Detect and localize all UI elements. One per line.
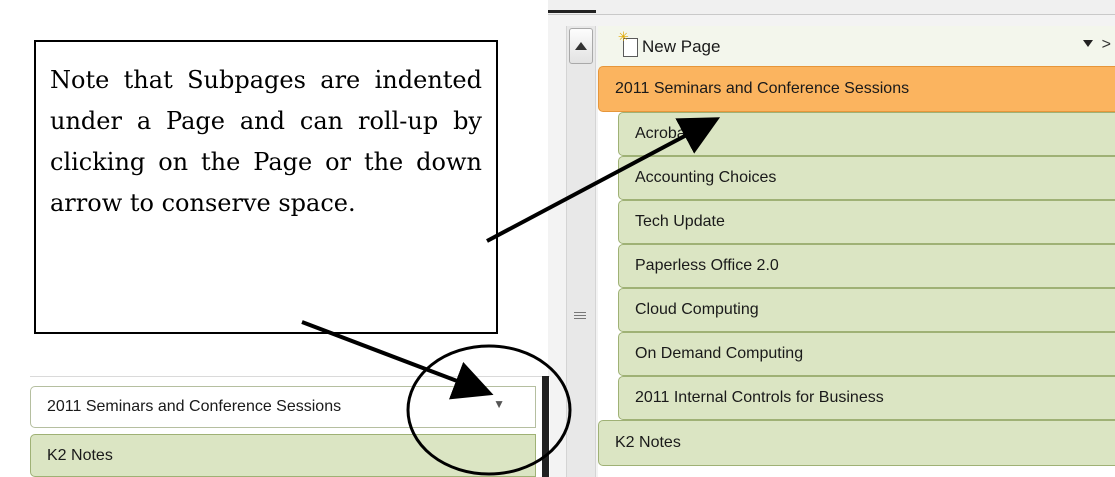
subpage-tab-acrobat-x[interactable]: Acrobat X [618,112,1115,156]
chevron-down-icon[interactable]: ▼ [493,397,505,411]
scroll-grip-icon[interactable] [574,312,586,321]
new-page-label: New Page [642,37,721,56]
pages-scrollbar[interactable] [566,26,596,477]
collapsed-pages-pane: 2011 Seminars and Conference Sessions ▼ … [30,376,550,477]
new-page-dropdown-icon[interactable] [1083,40,1093,47]
page-tab-k2-notes-collapsed[interactable]: K2 Notes [30,434,536,477]
page-tab-seminars[interactable]: 2011 Seminars and Conference Sessions [598,66,1115,112]
new-page-button[interactable]: ✳ New Page > [598,26,1115,68]
expand-pane-arrow-icon[interactable]: > [1102,36,1111,54]
subpage-tab-tech-update[interactable]: Tech Update [618,200,1115,244]
page-tab-label: K2 Notes [615,434,681,451]
pages-pane: ✳ New Page > 2011 Seminars and Conferenc… [548,0,1115,477]
annotation-text: Note that Subpages are indented under a … [50,66,482,217]
subpage-tab-label: 2011 Internal Controls for Business [635,389,884,406]
page-tab-seminars-collapsed[interactable]: 2011 Seminars and Conference Sessions ▼ [30,386,536,428]
subpage-tab-cloud-computing[interactable]: Cloud Computing [618,288,1115,332]
page-tab-label: K2 Notes [47,446,113,464]
scroll-up-arrow-icon [575,42,587,50]
subpage-tab-on-demand-computing[interactable]: On Demand Computing [618,332,1115,376]
page-tab-label: 2011 Seminars and Conference Sessions [47,398,342,415]
subpage-tab-label: Cloud Computing [635,301,759,318]
page-tabs-list: ✳ New Page > 2011 Seminars and Conferenc… [598,26,1115,477]
annotation-callout-box: Note that Subpages are indented under a … [34,40,498,334]
pane-edge [542,376,549,477]
subpage-tab-label: Accounting Choices [635,169,777,186]
subpage-tab-label: Tech Update [635,213,725,230]
page-tab-label: 2011 Seminars and Conference Sessions [615,80,910,97]
new-page-icon: ✳ [618,30,638,57]
subpage-tab-accounting-choices[interactable]: Accounting Choices [618,156,1115,200]
subpage-tab-label: Paperless Office 2.0 [635,257,779,274]
divider [30,376,550,377]
subpage-tab-label: Acrobat X [635,125,706,142]
page-tab-k2-notes[interactable]: K2 Notes [598,420,1115,466]
scroll-up-button[interactable] [569,28,593,64]
subpage-tab-label: On Demand Computing [635,345,804,362]
subpage-tab-paperless-office[interactable]: Paperless Office 2.0 [618,244,1115,288]
pane-top-border [548,0,1115,15]
subpage-tab-internal-controls[interactable]: 2011 Internal Controls for Business [618,376,1115,420]
